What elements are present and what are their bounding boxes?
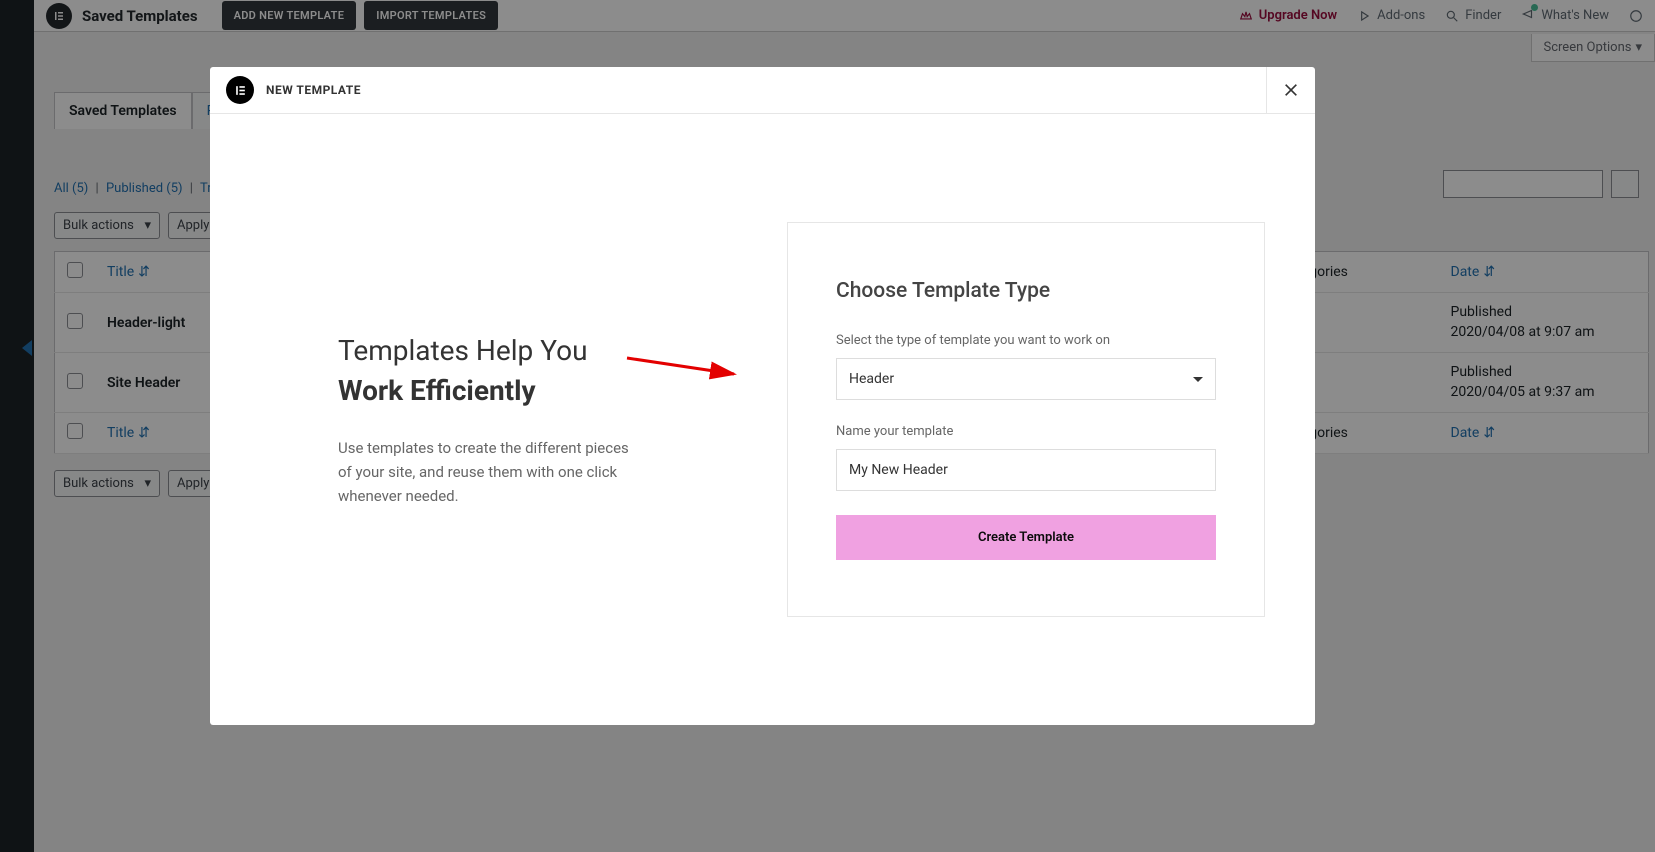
type-select-label: Select the type of template you want to … — [836, 333, 1216, 348]
copy-line-2: Work Efficiently — [338, 371, 702, 410]
elementor-logo-icon — [226, 76, 254, 104]
new-template-modal: NEW TEMPLATE Templates Help You Work Eff… — [210, 67, 1315, 725]
copy-line-1: Templates Help You — [338, 334, 588, 367]
modal-title: NEW TEMPLATE — [266, 83, 361, 97]
template-type-value: Header — [849, 371, 894, 387]
modal-header: NEW TEMPLATE — [210, 67, 1315, 114]
create-template-button[interactable]: Create Template — [836, 515, 1216, 560]
close-modal-button[interactable] — [1266, 67, 1299, 113]
template-name-input[interactable] — [849, 462, 1203, 478]
name-input-label: Name your template — [836, 424, 1216, 439]
chevron-down-icon — [1193, 377, 1203, 382]
form-title: Choose Template Type — [836, 279, 1216, 303]
template-type-select[interactable]: Header — [836, 358, 1216, 400]
template-name-field[interactable] — [836, 449, 1216, 491]
modal-marketing-copy: Templates Help You Work Efficiently Use … — [260, 331, 742, 507]
template-form: Choose Template Type Select the type of … — [787, 222, 1265, 617]
copy-body: Use templates to create the different pi… — [338, 436, 638, 508]
close-icon — [1283, 82, 1299, 98]
